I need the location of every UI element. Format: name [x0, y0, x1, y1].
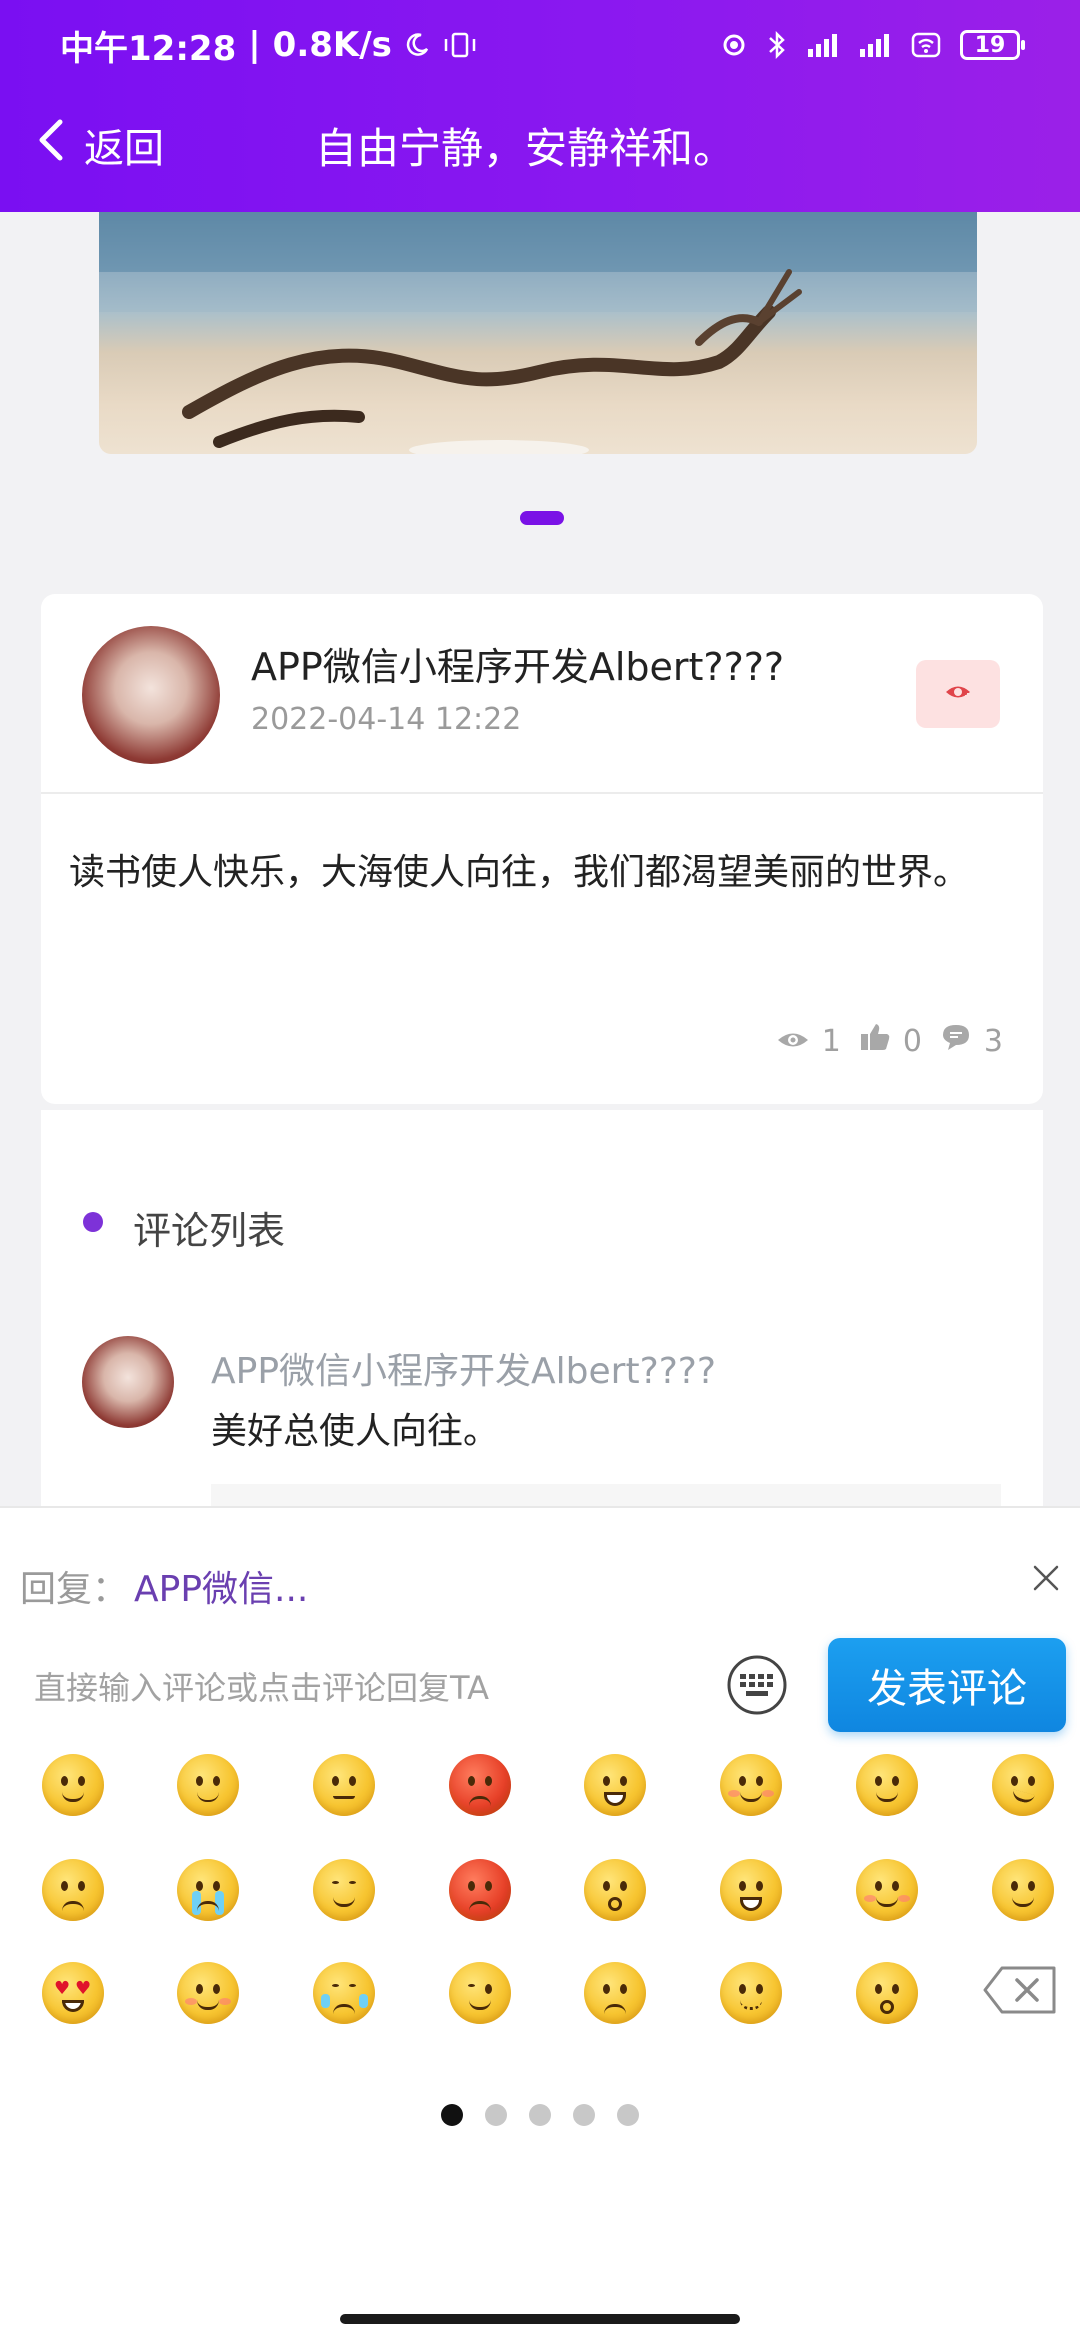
emoji-sad-tears[interactable]: [313, 1962, 375, 2024]
emoji-furious[interactable]: [449, 1859, 511, 1921]
post-header: APP微信小程序开发Albert???? 2022-04-14 12:22: [41, 594, 1043, 794]
status-net-speed: 0.8K/s: [272, 25, 392, 65]
emoji-angry-red[interactable]: [449, 1754, 511, 1816]
backspace-icon: [982, 1966, 1058, 2019]
eye-icon: [776, 1024, 810, 1059]
emoji-page-dot-3[interactable]: [529, 2104, 551, 2126]
emoji-page-indicator: [0, 2104, 1080, 2128]
status-left: 中午12:28 | 0.8K/s: [60, 21, 478, 70]
post-stats: 1 0 3: [768, 1022, 1003, 1060]
app-header: 中午12:28 | 0.8K/s 19 返回 自由宁静，安静祥和。: [0, 0, 1080, 212]
emoji-blush-smile[interactable]: [856, 1859, 918, 1921]
emoji-crying[interactable]: [177, 1859, 239, 1921]
emoji-cover-mouth[interactable]: [856, 1754, 918, 1816]
thumbs-up-icon: [859, 1022, 891, 1060]
emoji-grin[interactable]: [584, 1754, 646, 1816]
status-bar: 中午12:28 | 0.8K/s 19: [0, 0, 1080, 90]
close-button[interactable]: [1026, 1560, 1066, 1600]
driftwood-beach-illustration: [99, 212, 977, 454]
emoji-tongue-wink[interactable]: [449, 1962, 511, 2024]
follow-button[interactable]: [916, 660, 1000, 728]
vibrate-icon: [442, 31, 478, 59]
emoji-grimace[interactable]: [177, 1754, 239, 1816]
emoji-confused[interactable]: [992, 1754, 1054, 1816]
emoji-page-dot-2[interactable]: [485, 2104, 507, 2126]
views-stat: 1: [776, 1024, 841, 1059]
likes-count: 0: [902, 1023, 922, 1059]
battery-level: 19: [974, 32, 1006, 58]
post-timestamp: 2022-04-14 12:22: [251, 702, 522, 737]
views-count: 1: [821, 1023, 841, 1059]
emoji-surprised[interactable]: [584, 1859, 646, 1921]
emoji-shy[interactable]: [720, 1754, 782, 1816]
emoji-shut-mouth[interactable]: [313, 1754, 375, 1816]
submit-comment-button[interactable]: 发表评论: [828, 1638, 1066, 1732]
keyboard-icon: [726, 1654, 788, 1720]
comments-count: 3: [983, 1023, 1003, 1059]
moon-icon: [404, 32, 430, 58]
emoji-sleepy[interactable]: [313, 1859, 375, 1921]
keyboard-toggle-button[interactable]: [725, 1655, 789, 1719]
comments-section: 评论列表 APP微信小程序开发Albert???? 美好总使人向往。: [41, 1110, 1043, 1510]
section-bullet: [83, 1212, 103, 1232]
likes-stat[interactable]: 0: [859, 1022, 922, 1060]
close-icon: [1032, 1564, 1060, 1596]
follow-icon: [943, 680, 973, 708]
emoji-page-dot-4[interactable]: [573, 2104, 595, 2126]
author-avatar[interactable]: [82, 626, 220, 764]
bluetooth-icon: [766, 30, 788, 60]
emoji-dizzy[interactable]: [720, 1962, 782, 2024]
comment-text[interactable]: 美好总使人向往。: [211, 1402, 499, 1454]
comment-author[interactable]: APP微信小程序开发Albert????: [211, 1342, 716, 1394]
comment-input[interactable]: [20, 1648, 700, 1728]
reply-target: APP微信...: [134, 1569, 309, 1610]
post-card: APP微信小程序开发Albert???? 2022-04-14 12:22 读书…: [41, 594, 1043, 1104]
emoji-page-dot-1[interactable]: [441, 2104, 463, 2126]
emoji-page-dot-5[interactable]: [617, 2104, 639, 2126]
comments-stat[interactable]: 3: [940, 1022, 1003, 1060]
signal-2-icon: [858, 31, 892, 59]
emoji-shy-blush[interactable]: [177, 1962, 239, 2024]
page-title: 自由宁静，安静祥和。: [314, 123, 735, 173]
emoji-frown[interactable]: [584, 1962, 646, 2024]
emoji-heart-eyes[interactable]: ♥ ♥: [42, 1962, 104, 2024]
status-right: 19: [720, 30, 1025, 60]
comment-bubble-icon: [940, 1022, 972, 1060]
wifi-icon: [910, 31, 942, 59]
battery-icon: 19: [960, 30, 1025, 60]
emoji-shocked[interactable]: [856, 1962, 918, 2024]
emoji-drool[interactable]: [992, 1859, 1054, 1921]
emoji-delete-button[interactable]: [982, 1965, 1058, 2015]
comments-section-title: 评论列表: [133, 1209, 286, 1253]
emoji-smile[interactable]: [42, 1754, 104, 1816]
banner-indicator: [520, 511, 564, 525]
banner-image[interactable]: [99, 212, 977, 454]
reply-label: 回复：: [20, 1569, 129, 1610]
post-author-name[interactable]: APP微信小程序开发Albert????: [251, 636, 784, 691]
status-time: 中午12:28: [60, 28, 237, 69]
comment-avatar[interactable]: [82, 1336, 174, 1428]
post-content: 读书使人快乐，大海使人向往，我们都渴望美丽的世界。: [69, 852, 970, 893]
emoji-worried[interactable]: [42, 1859, 104, 1921]
reply-panel: 回复： APP微信... 发表评论 ♥♥: [0, 1506, 1080, 2340]
signal-icon: [806, 31, 840, 59]
home-indicator[interactable]: [340, 2314, 740, 2324]
emoji-scream[interactable]: [720, 1859, 782, 1921]
nav-bar: 返回 自由宁静，安静祥和。: [0, 100, 1080, 190]
status-separator: |: [248, 25, 261, 65]
location-icon: [720, 31, 748, 59]
